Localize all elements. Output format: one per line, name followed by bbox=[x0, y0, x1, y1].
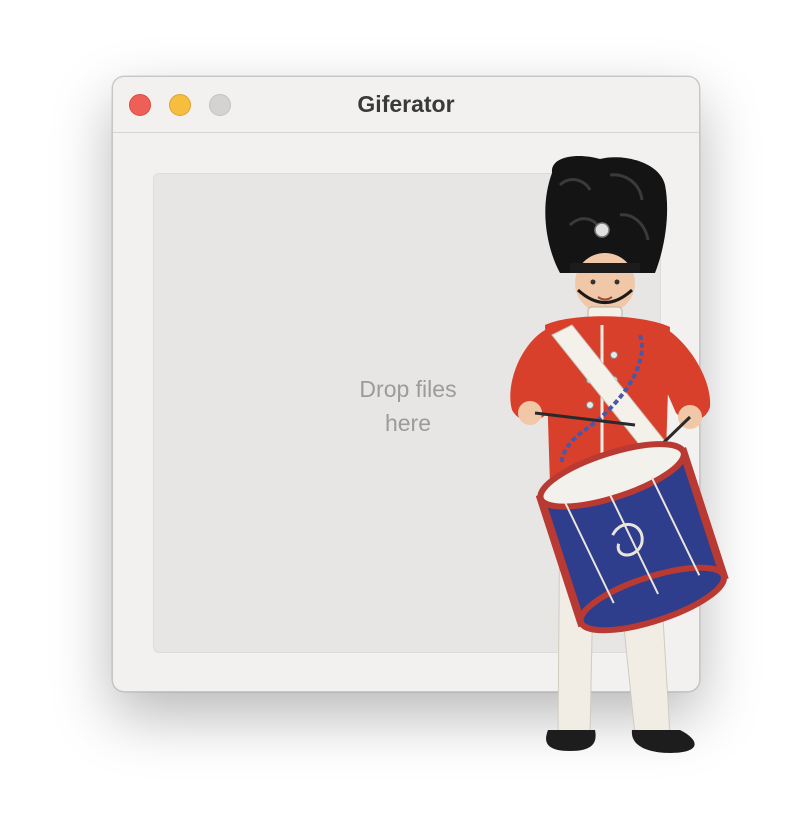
drop-zone-label: Drop files here bbox=[359, 376, 457, 436]
title-bar[interactable]: Giferator bbox=[113, 77, 699, 133]
toy-soldier-drummer-icon bbox=[510, 155, 729, 753]
window-title: Giferator bbox=[357, 91, 455, 117]
